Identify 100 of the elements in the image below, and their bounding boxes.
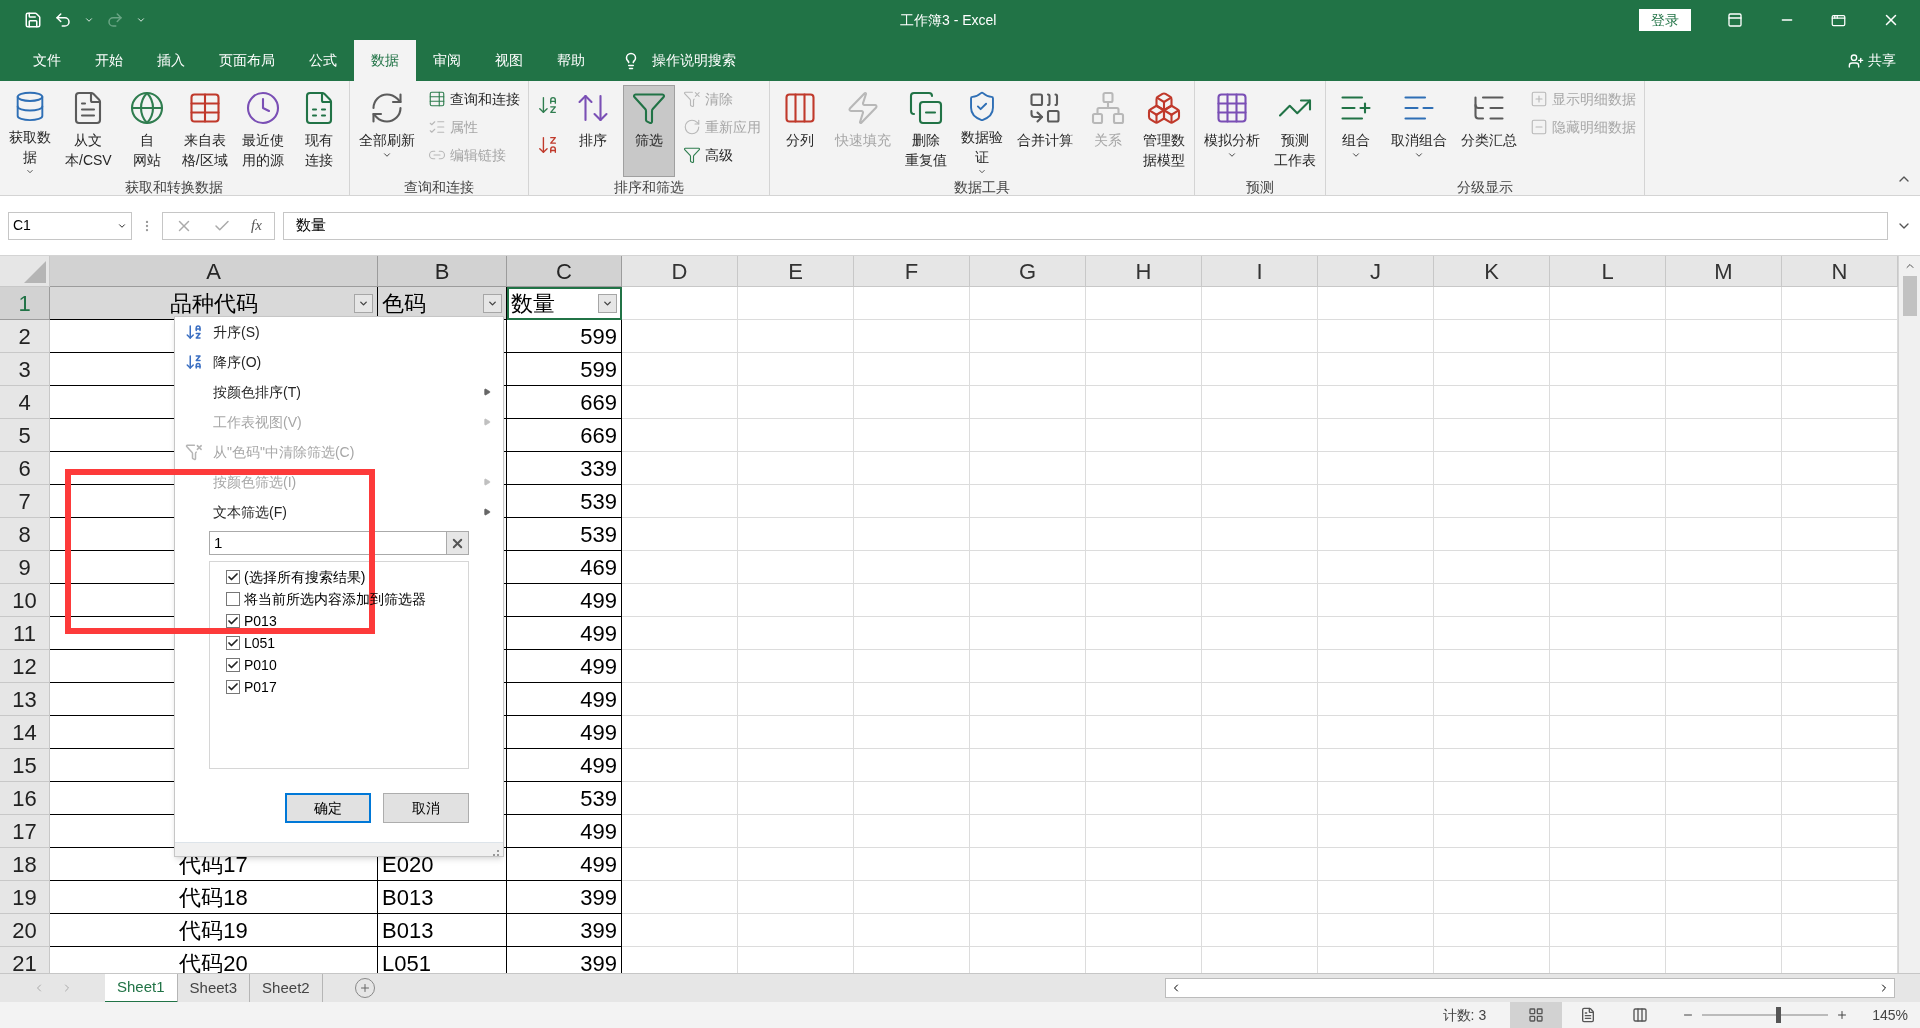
menu-item[interactable]: 文本筛选(F): [175, 497, 503, 527]
sheet-tab[interactable]: Sheet1: [105, 973, 178, 1003]
filter-button[interactable]: [598, 293, 617, 313]
column-header[interactable]: B: [378, 256, 507, 287]
menu-item[interactable]: 升序(S): [175, 317, 503, 347]
save-icon[interactable]: [24, 11, 42, 29]
filter-button[interactable]: [483, 293, 502, 313]
row-header[interactable]: 20: [0, 914, 50, 947]
zoom-slider-thumb[interactable]: [1775, 1007, 1781, 1023]
cancel-button[interactable]: 取消: [383, 793, 469, 823]
person-icon[interactable]: [1848, 52, 1864, 69]
checkbox[interactable]: [226, 570, 240, 584]
ribbon-button[interactable]: 来自表 格/区域: [176, 85, 233, 177]
menu-item[interactable]: 降序(O): [175, 347, 503, 377]
row-header[interactable]: 16: [0, 782, 50, 815]
column-header[interactable]: F: [854, 256, 970, 287]
column-header[interactable]: M: [1666, 256, 1782, 287]
formula-input[interactable]: 数量: [282, 211, 1888, 240]
row-header[interactable]: 11: [0, 617, 50, 650]
ribbon-button[interactable]: 删除 重复值: [899, 85, 952, 177]
row-header[interactable]: 3: [0, 353, 50, 386]
column-header[interactable]: K: [1434, 256, 1550, 287]
ribbon-button[interactable]: 组合: [1329, 85, 1382, 177]
ribbon-button[interactable]: 管理数 据模型: [1137, 85, 1190, 177]
column-header[interactable]: E: [738, 256, 854, 287]
ribbon-button[interactable]: 排序: [566, 85, 619, 177]
ribbon-button[interactable]: 预测 工作表: [1268, 85, 1321, 177]
row-header[interactable]: 7: [0, 485, 50, 518]
filter-button[interactable]: [354, 293, 373, 313]
search-field[interactable]: 1: [209, 531, 469, 555]
ribbon-button[interactable]: 分类汇总: [1455, 85, 1522, 177]
share-button[interactable]: 共享: [1868, 50, 1896, 71]
menu-tab[interactable]: 页面布局: [202, 40, 292, 81]
row-header[interactable]: 5: [0, 419, 50, 452]
menu-tab[interactable]: 文件: [16, 40, 78, 81]
scroll-thumb[interactable]: [1902, 276, 1917, 316]
ribbon-button[interactable]: 高级: [678, 141, 765, 169]
clear-search-button[interactable]: [446, 532, 468, 554]
row-header[interactable]: 17: [0, 815, 50, 848]
option-label[interactable]: P010: [244, 654, 277, 676]
resize-grip-icon[interactable]: [493, 850, 499, 856]
ribbon-button[interactable]: 从文 本/CSV: [60, 85, 117, 177]
undo-icon[interactable]: [54, 11, 72, 29]
insert-function-button[interactable]: fx: [251, 214, 262, 237]
ribbon-button[interactable]: 现有 连接: [292, 85, 345, 177]
column-header[interactable]: G: [970, 256, 1086, 287]
column-header[interactable]: J: [1318, 256, 1434, 287]
ribbon-button[interactable]: 筛选: [622, 85, 675, 177]
ribbon-button[interactable]: 分列: [773, 85, 826, 177]
caret-icon[interactable]: [84, 15, 94, 25]
menu-tab[interactable]: 插入: [140, 40, 202, 81]
ribbon-button[interactable]: 查询和连接: [423, 85, 524, 113]
checkbox[interactable]: [226, 658, 240, 672]
customize-caret-icon[interactable]: [136, 15, 146, 25]
row-header[interactable]: 13: [0, 683, 50, 716]
column-header[interactable]: I: [1202, 256, 1318, 287]
vertical-scrollbar[interactable]: [1898, 256, 1920, 973]
menu-tab[interactable]: 公式: [292, 40, 354, 81]
ribbon-button[interactable]: 数据验 证: [955, 85, 1008, 177]
option-label[interactable]: L051: [244, 632, 276, 654]
menu-tab[interactable]: 数据: [354, 40, 416, 81]
checkbox[interactable]: [226, 614, 240, 628]
column-header[interactable]: H: [1086, 256, 1202, 287]
row-header[interactable]: 10: [0, 584, 50, 617]
row-header[interactable]: 21: [0, 947, 50, 973]
ok-button[interactable]: 确定: [285, 793, 371, 823]
row-header[interactable]: 14: [0, 716, 50, 749]
menu-item[interactable]: 按颜色排序(T): [175, 377, 503, 407]
row-header[interactable]: 8: [0, 518, 50, 551]
zoom-in-icon[interactable]: [1836, 1009, 1849, 1021]
row-header[interactable]: 9: [0, 551, 50, 584]
option-label[interactable]: P017: [244, 676, 277, 698]
row-header[interactable]: 15: [0, 749, 50, 782]
ribbon-button[interactable]: 自 网站: [120, 85, 173, 177]
zoom-reading[interactable]: 145%: [1872, 1004, 1908, 1026]
column-header[interactable]: N: [1782, 256, 1898, 287]
option-label[interactable]: (选择所有搜索结果): [244, 566, 366, 588]
ribbon-button[interactable]: 最近使 用的源: [236, 85, 289, 177]
sign-in-button[interactable]: 登录: [1639, 9, 1691, 31]
ribbon-button[interactable]: 取消组合: [1385, 85, 1452, 177]
row-header[interactable]: 1: [0, 287, 50, 320]
restore-icon[interactable]: [1831, 12, 1846, 28]
checkbox[interactable]: [226, 592, 240, 606]
menu-tab[interactable]: 开始: [78, 40, 140, 81]
column-header[interactable]: A: [50, 256, 378, 287]
column-header[interactable]: C: [507, 256, 622, 287]
menu-tab[interactable]: 帮助: [540, 40, 602, 81]
ribbon-button[interactable]: 全部刷新: [353, 85, 420, 177]
ribbon-display-icon[interactable]: [1727, 12, 1743, 28]
menu-tab[interactable]: 审阅: [416, 40, 478, 81]
ribbon-button[interactable]: 模拟分析: [1198, 85, 1265, 177]
column-header[interactable]: L: [1550, 256, 1666, 287]
tell-me-search[interactable]: 操作说明搜索: [652, 50, 736, 71]
row-header[interactable]: 19: [0, 881, 50, 914]
row-header[interactable]: 2: [0, 320, 50, 353]
row-header[interactable]: 12: [0, 650, 50, 683]
checkbox[interactable]: [226, 636, 240, 650]
name-box[interactable]: C1: [8, 211, 132, 240]
horizontal-scrollbar[interactable]: [1165, 978, 1895, 998]
column-header[interactable]: D: [622, 256, 738, 287]
